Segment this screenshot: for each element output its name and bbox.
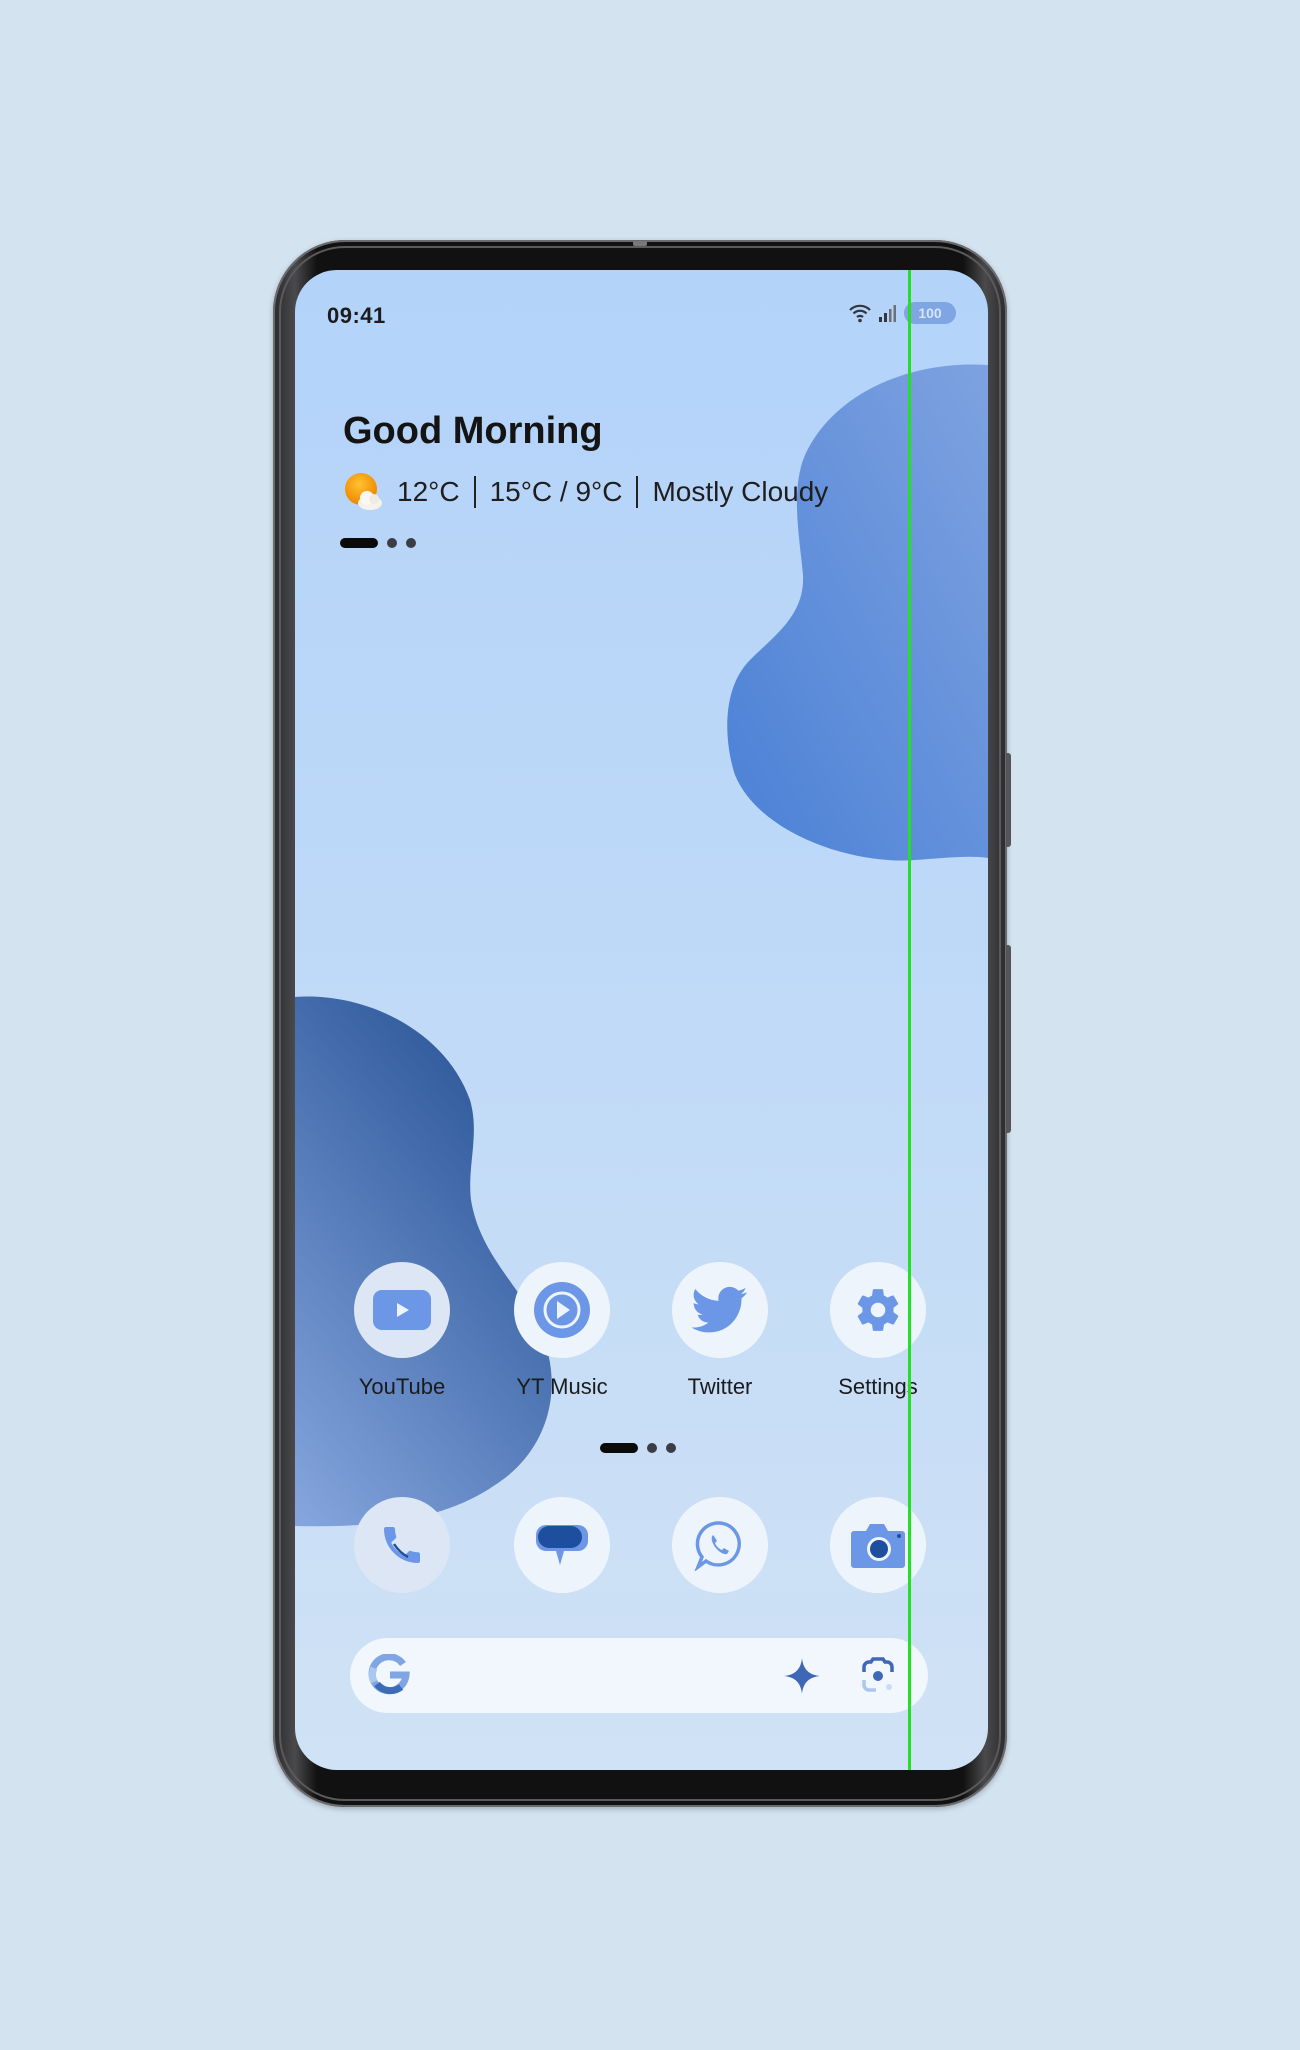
youtube-icon [373,1290,431,1330]
separator [473,476,476,508]
app-label: Settings [838,1374,918,1399]
status-icons: 100 [848,300,956,326]
phone-top-mic [633,241,647,246]
dock-camera[interactable] [813,1497,943,1593]
weather-widget[interactable]: 12°C 15°C / 9°C Mostly Cloudy [341,470,828,514]
widget-page-indicator[interactable] [340,538,416,548]
app-icon-container[interactable] [830,1262,926,1358]
battery-indicator: 100 [904,302,956,324]
dock-icon-container[interactable] [672,1497,768,1593]
home-screen: 09:41 100 Good Morning 12°C 15°C / 9°C M… [295,270,988,1770]
volume-button[interactable] [1006,753,1011,847]
dock-whatsapp[interactable] [655,1497,785,1593]
dock-messages[interactable] [497,1497,627,1593]
wallpaper-blob-right [727,364,988,861]
dock-icon-container[interactable] [514,1497,610,1593]
separator [636,476,639,508]
google-g-icon [368,1654,410,1695]
app-settings[interactable]: Settings [813,1262,943,1400]
whatsapp-icon [694,1521,741,1571]
app-icon-container[interactable] [354,1262,450,1358]
page-indicator-dot [406,538,416,548]
app-label: YouTube [358,1374,446,1399]
app-yt-music[interactable]: YT Music [497,1262,627,1400]
phone-icon [384,1527,420,1563]
high-low-temperature: 15°C / 9°C [489,476,623,507]
settings-gear-icon [857,1289,899,1331]
home-page-indicator[interactable] [600,1443,676,1453]
current-temperature: 12°C [397,476,460,507]
sparkle-icon[interactable] [782,1656,822,1696]
power-button[interactable] [1006,945,1011,1133]
status-time: 09:41 [327,303,386,328]
app-icon-container[interactable] [514,1262,610,1358]
twitter-icon [692,1286,748,1333]
page-indicator-dot [387,538,397,548]
wifi-icon [849,304,871,323]
dock-icon-container[interactable] [830,1497,926,1593]
page-indicator-dot [647,1443,657,1453]
app-youtube[interactable]: YouTube [337,1262,467,1400]
signal-icon [879,305,896,322]
partly-cloudy-icon [345,473,382,510]
page-indicator-active [600,1443,638,1453]
page-indicator-dot [666,1443,676,1453]
app-twitter[interactable]: Twitter [655,1262,785,1400]
google-search-bar[interactable] [350,1638,928,1713]
greeting-title: Good Morning [343,410,603,452]
messages-icon [536,1525,588,1565]
lens-icon[interactable] [858,1656,898,1696]
overlay-guide-line [908,270,911,1770]
app-label: Twitter [687,1374,753,1399]
yt-music-icon [534,1282,590,1338]
dock-icon-container[interactable] [354,1497,450,1593]
camera-icon [851,1524,905,1568]
app-label: YT Music [516,1374,608,1399]
app-icon-container[interactable] [672,1262,768,1358]
weather-condition: Mostly Cloudy [652,476,829,507]
page-indicator-active [340,538,378,548]
dock-phone[interactable] [337,1497,467,1593]
